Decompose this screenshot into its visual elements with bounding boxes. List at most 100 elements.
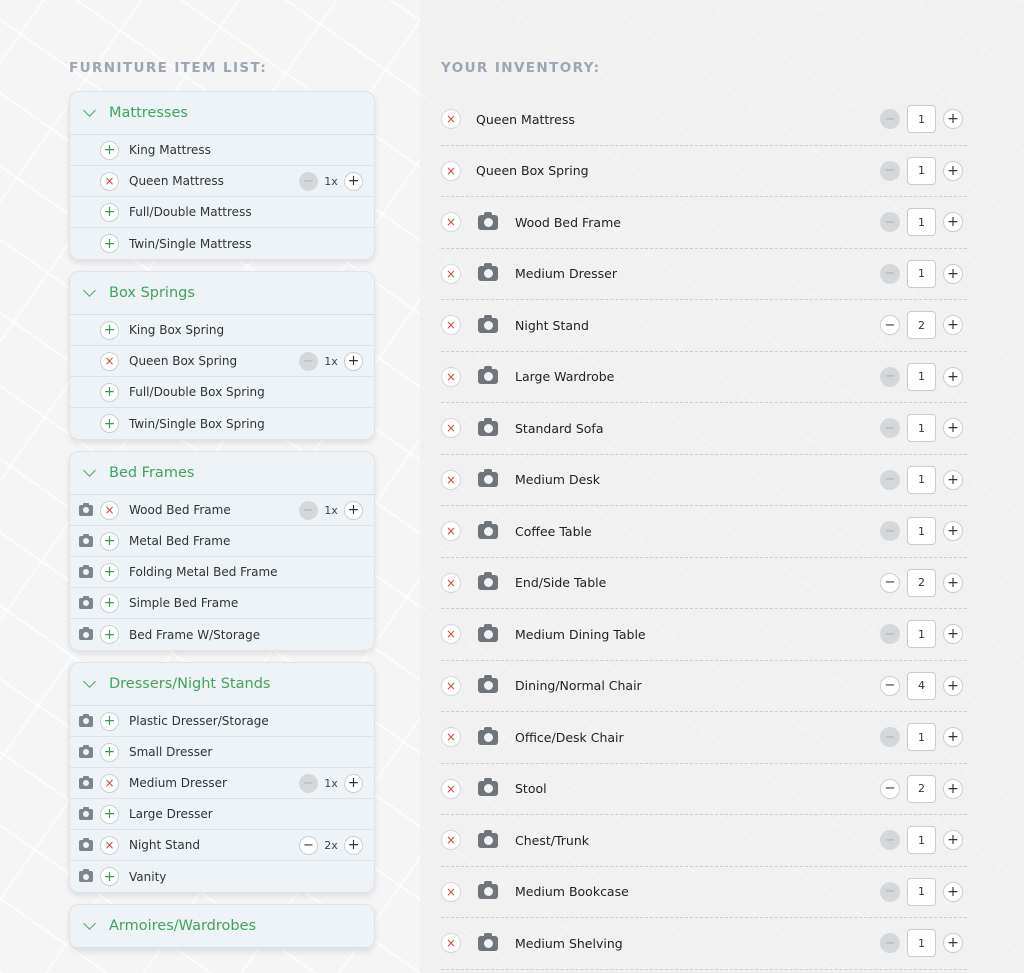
camera-icon[interactable] [478, 675, 498, 694]
remove-icon[interactable]: × [441, 109, 461, 130]
minus-button[interactable]: − [880, 572, 900, 593]
remove-icon[interactable]: × [441, 933, 461, 954]
add-icon[interactable]: + [100, 234, 119, 253]
plus-button[interactable]: + [943, 263, 963, 284]
camera-icon[interactable] [79, 837, 93, 851]
camera-icon[interactable] [79, 595, 93, 609]
plus-button[interactable]: + [943, 881, 963, 902]
plus-button[interactable]: + [943, 933, 963, 954]
camera-icon[interactable] [79, 533, 93, 547]
minus-button[interactable]: − [880, 727, 900, 748]
remove-icon[interactable]: × [441, 778, 461, 799]
remove-icon[interactable]: × [441, 315, 461, 336]
plus-button[interactable]: + [943, 830, 963, 851]
plus-button[interactable]: + [344, 171, 363, 191]
add-icon[interactable]: + [100, 140, 119, 160]
camera-icon[interactable] [79, 713, 93, 727]
quantity-input[interactable]: 1 [907, 156, 936, 185]
plus-button[interactable]: + [943, 675, 963, 696]
category-header[interactable]: Mattresses [70, 92, 374, 135]
remove-icon[interactable]: × [100, 500, 119, 520]
minus-button[interactable]: − [299, 500, 318, 520]
camera-icon[interactable] [79, 564, 93, 578]
add-icon[interactable]: + [100, 804, 119, 824]
plus-button[interactable]: + [344, 773, 363, 793]
camera-icon[interactable] [478, 726, 498, 745]
remove-icon[interactable]: × [441, 727, 461, 748]
category-header[interactable]: Box Springs [70, 272, 374, 315]
minus-button[interactable]: − [880, 418, 900, 439]
add-icon[interactable]: + [100, 711, 119, 731]
category-header[interactable]: Dressers/Night Stands [70, 663, 374, 706]
camera-icon[interactable] [478, 778, 498, 797]
minus-button[interactable]: − [880, 933, 900, 954]
camera-icon[interactable] [79, 775, 93, 789]
camera-icon[interactable] [478, 829, 498, 848]
plus-button[interactable]: + [344, 500, 363, 520]
add-icon[interactable]: + [100, 742, 119, 762]
minus-button[interactable]: − [880, 366, 900, 387]
minus-button[interactable]: − [880, 778, 900, 799]
minus-button[interactable]: − [880, 212, 900, 233]
camera-icon[interactable] [478, 417, 498, 436]
remove-icon[interactable]: × [441, 160, 461, 181]
remove-icon[interactable]: × [441, 881, 461, 902]
remove-icon[interactable]: × [441, 212, 461, 233]
plus-button[interactable]: + [943, 778, 963, 799]
remove-icon[interactable]: × [441, 572, 461, 593]
plus-button[interactable]: + [943, 469, 963, 490]
remove-icon[interactable]: × [100, 773, 119, 793]
add-icon[interactable]: + [100, 593, 119, 613]
remove-icon[interactable]: × [441, 469, 461, 490]
minus-button[interactable]: − [299, 835, 318, 855]
camera-icon[interactable] [478, 881, 498, 900]
quantity-input[interactable]: 1 [907, 208, 936, 237]
remove-icon[interactable]: × [100, 351, 119, 371]
plus-button[interactable]: + [943, 160, 963, 181]
quantity-input[interactable]: 1 [907, 929, 936, 958]
add-icon[interactable]: + [100, 202, 119, 222]
quantity-input[interactable]: 2 [907, 774, 936, 803]
minus-button[interactable]: − [880, 830, 900, 851]
minus-button[interactable]: − [880, 263, 900, 284]
add-icon[interactable]: + [100, 867, 119, 886]
quantity-input[interactable]: 1 [907, 465, 936, 494]
category-header[interactable]: Bed Frames [70, 452, 374, 495]
quantity-input[interactable]: 1 [907, 877, 936, 906]
remove-icon[interactable]: × [441, 263, 461, 284]
camera-icon[interactable] [79, 744, 93, 758]
minus-button[interactable]: − [880, 160, 900, 181]
category-header[interactable]: Armoires/Wardrobes [70, 905, 374, 948]
quantity-input[interactable]: 1 [907, 517, 936, 546]
plus-button[interactable]: + [943, 366, 963, 387]
plus-button[interactable]: + [344, 835, 363, 855]
minus-button[interactable]: − [880, 881, 900, 902]
quantity-input[interactable]: 1 [907, 620, 936, 649]
quantity-input[interactable]: 1 [907, 723, 936, 752]
minus-button[interactable]: − [299, 351, 318, 371]
camera-icon[interactable] [478, 932, 498, 951]
quantity-input[interactable]: 1 [907, 826, 936, 855]
quantity-input[interactable]: 1 [907, 362, 936, 391]
camera-icon[interactable] [79, 627, 93, 640]
plus-button[interactable]: + [943, 315, 963, 336]
minus-button[interactable]: − [880, 624, 900, 645]
camera-icon[interactable] [79, 869, 93, 882]
add-icon[interactable]: + [100, 320, 119, 340]
quantity-input[interactable]: 2 [907, 311, 936, 340]
plus-button[interactable]: + [943, 624, 963, 645]
minus-button[interactable]: − [299, 171, 318, 191]
remove-icon[interactable]: × [441, 830, 461, 851]
plus-button[interactable]: + [943, 521, 963, 542]
camera-icon[interactable] [478, 520, 498, 539]
minus-button[interactable]: − [880, 315, 900, 336]
remove-icon[interactable]: × [441, 675, 461, 696]
quantity-input[interactable]: 1 [907, 105, 936, 134]
add-icon[interactable]: + [100, 625, 119, 644]
add-icon[interactable]: + [100, 414, 119, 433]
remove-icon[interactable]: × [441, 521, 461, 542]
camera-icon[interactable] [478, 263, 498, 282]
minus-button[interactable]: − [880, 675, 900, 696]
plus-button[interactable]: + [943, 572, 963, 593]
camera-icon[interactable] [478, 366, 498, 385]
